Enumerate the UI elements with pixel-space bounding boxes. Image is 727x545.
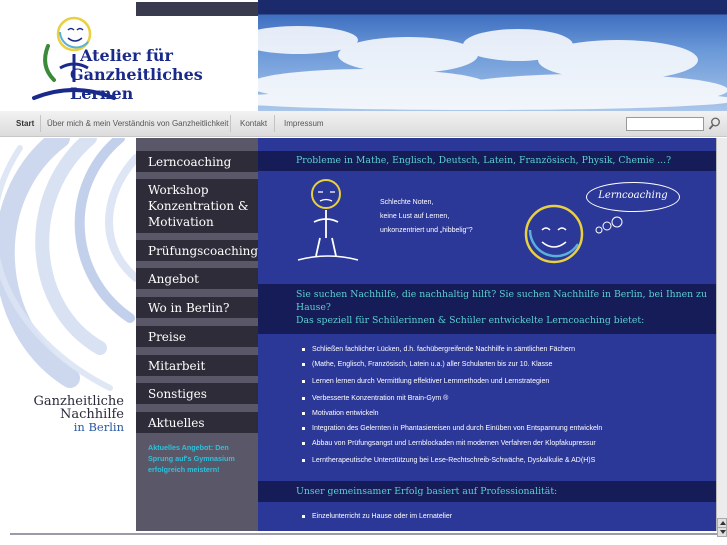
list-item: Abbau von Prüfungsangst und Lernblockade… [302,436,602,451]
list-item: Schließen fachlicher Lücken, d.h. fachüb… [302,342,602,357]
header-strip [136,2,258,16]
nav-contact[interactable]: Kontakt [240,119,267,128]
thinking-figure-icon [297,179,359,261]
list-item: Integration des Gelernten in Phantasiere… [302,421,602,436]
list-item: Einzelunterricht zu Hause oder im Lernat… [302,509,452,524]
highlight-line-1: Sie suchen Nachhilfe, die nachhaltig hil… [296,289,707,300]
lerncoaching-bubble: Lerncoaching [586,182,680,212]
happy-face-icon [524,204,584,264]
menu-item-mitarbeit[interactable]: Mitarbeit [136,355,258,376]
menu-item-workshop[interactable]: Workshop Konzentration & Motivation [136,179,258,233]
problems-heading: Probleme in Mathe, Englisch, Deutsch, La… [258,151,716,171]
list-item: (Mathe, Englisch, Französisch, Latein u.… [302,357,602,372]
search-icon[interactable] [708,116,721,131]
logo-text: Atelier für Ganzheitliches Lernen [70,46,258,103]
side-menu: Lerncoaching Workshop Konzentration & Mo… [136,138,258,531]
highlight-band: Sie suchen Nachhilfe, die nachhaltig hil… [258,284,716,334]
benefits-list: Schließen fachlicher Lücken, d.h. fachüb… [302,342,602,468]
site-logo[interactable]: Atelier für Ganzheitliches Lernen [0,0,258,111]
highlight-line-3: Das speziell für Schülerinnen & Schüler … [296,315,645,326]
list-item: Lernen lernen durch Vermittlung effektiv… [302,374,602,389]
problem-speech: Schlechte Noten, keine Lust auf Lernen, … [380,196,473,238]
arrow-up-icon [720,521,726,525]
logo-line-2: Ganzheitliches Lernen [70,65,203,103]
menu-item-sonstiges[interactable]: Sonstiges [136,383,258,404]
nav-about[interactable]: Über mich & mein Verständnis von Ganzhei… [47,119,228,128]
sky-banner-image [258,0,727,111]
nav-start[interactable]: Start [16,119,34,128]
promo-link[interactable]: Aktuelles Angebot: Den Sprung auf's Gymn… [148,442,248,475]
cloud-banner-icon [258,26,727,110]
menu-item-preise[interactable]: Preise [136,326,258,347]
content-scrollbar[interactable] [716,138,727,537]
nav-divider [230,115,231,132]
arrow-down-icon [720,530,726,534]
thought-dots-icon [595,216,623,234]
menu-item-wo-in-berlin[interactable]: Wo in Berlin? [136,297,258,318]
menu-item-lerncoaching[interactable]: Lerncoaching [136,151,258,172]
speech-line-2: keine Lust auf Lernen, [380,213,450,220]
list-item: Verbesserte Konzentration mit Brain-Gym … [302,391,602,406]
logo-line-1: Atelier für [80,46,173,65]
menu-item-angebot[interactable]: Angebot [136,268,258,289]
highlight-line-2: Hause? [296,302,331,313]
professionalism-list: Einzelunterricht zu Hause oder im Lernat… [302,509,452,524]
menu-item-pruefungscoaching[interactable]: Prüfungscoaching [136,240,258,261]
search-input[interactable] [626,117,704,131]
main-content: Probleme in Mathe, Englisch, Deutsch, La… [258,138,716,531]
list-item: Lerntherapeutische Unterstützung bei Les… [302,453,602,468]
nav-imprint[interactable]: Impressum [284,119,324,128]
nav-divider [40,115,41,132]
menu-item-aktuelles[interactable]: Aktuelles [136,412,258,433]
list-item: Motivation entwickeln [302,406,602,421]
top-navigation: Start Über mich & mein Verständnis von G… [0,111,727,137]
success-heading: Unser gemeinsamer Erfolg basiert auf Pro… [258,481,716,502]
swirl-icon [0,138,136,391]
nav-divider [274,115,275,132]
swirl-decoration: Ganzheitliche Nachhilfe in Berlin [0,138,136,531]
scroll-down-button[interactable] [717,527,727,537]
side-title: Ganzheitliche Nachhilfe in Berlin [34,395,124,434]
speech-line-3: unkonzentriert und „hibbelig“? [380,227,473,234]
footer-divider [10,533,717,535]
speech-line-1: Schlechte Noten, [380,199,434,206]
side-title-line-3: in Berlin [73,420,124,434]
